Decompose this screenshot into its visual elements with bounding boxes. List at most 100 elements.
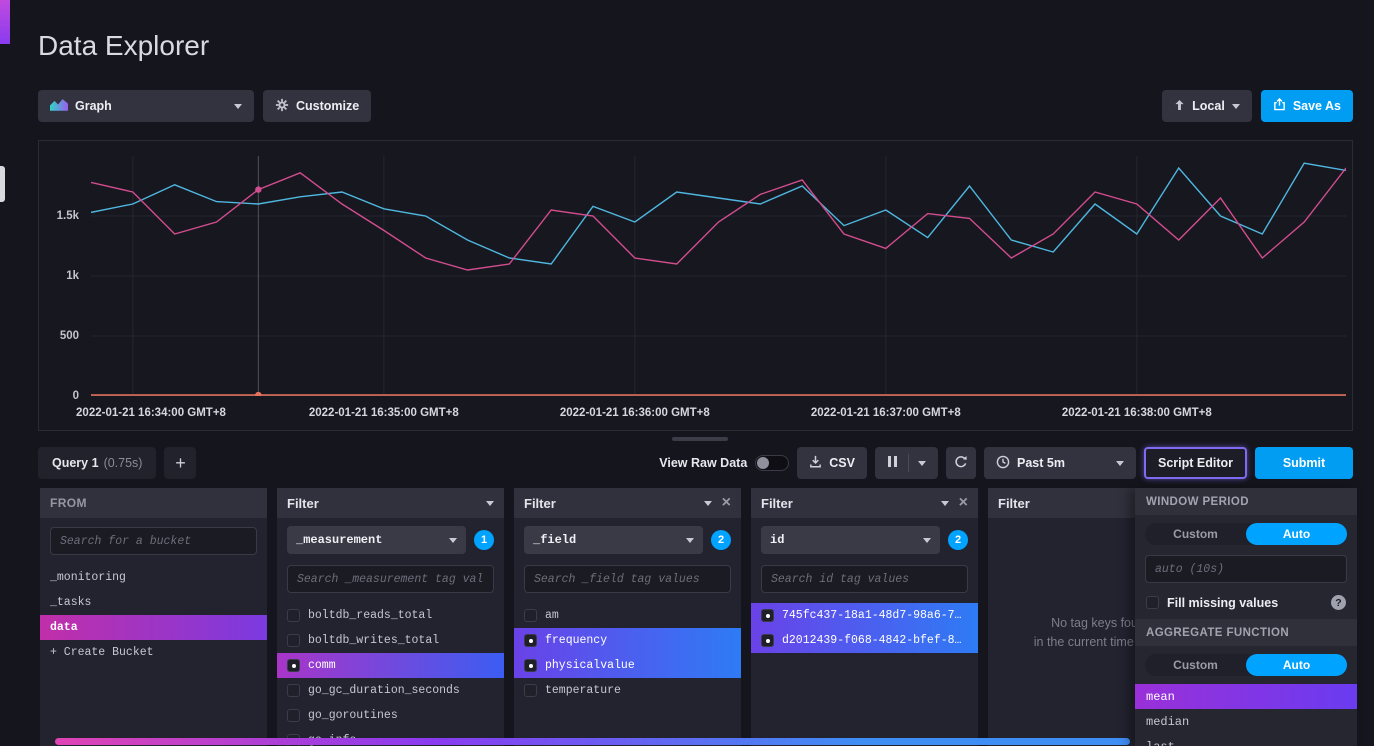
chart-panel: 05001k1.5k 2022-01-21 16:34:00 GMT+82022… [38,140,1353,431]
query-builder: FROM _monitoring _tasksdata + Create Bucke… [40,488,1374,746]
tag-value-list: 745fc437-18a1-48d7-98a6-7…d2012439-f068-… [751,603,978,746]
fill-missing-values-row: Fill missing values ? [1135,589,1357,619]
chevron-down-icon [918,461,926,466]
aggregate-function-header: AGGREGATE FUNCTION [1135,619,1357,646]
gear-icon [275,98,289,115]
list-item[interactable]: boltdb_writes_total [277,628,504,653]
save-as-button[interactable]: Save As [1261,90,1353,122]
view-type-dropdown[interactable]: Graph [38,90,254,122]
time-range-label: Past 5m [1017,456,1109,470]
list-item-label: last [1146,740,1175,746]
selected-count-badge: 2 [711,530,731,550]
list-item[interactable]: boltdb_reads_total [277,603,504,628]
list-item-label: am [545,609,559,622]
help-icon[interactable]: ? [1331,595,1346,610]
tag-value-list: am frequencyphysicalvaluetemperature [514,603,741,746]
window-period-input[interactable] [1145,555,1347,583]
chart-scroll-indicator[interactable] [672,437,728,441]
list-item-label: data [50,621,78,634]
left-edge-handle[interactable] [0,166,5,202]
tag-value-search-input[interactable] [287,565,494,593]
page-title: Data Explorer [38,30,209,62]
window-auto-button[interactable]: Auto [1246,523,1347,545]
filter-panel-header[interactable]: Filter × [751,488,978,518]
save-as-label: Save As [1293,99,1341,113]
refresh-button[interactable] [946,447,976,479]
customize-button[interactable]: Customize [263,90,371,122]
filter-panel-header[interactable]: Filter × [514,488,741,518]
window-custom-button[interactable]: Custom [1145,523,1246,545]
aggregate-mode-row: Custom Auto [1135,646,1357,680]
filter-panel-2: Filter × _field 2 am frequencyphysicalval… [514,488,741,746]
local-dropdown[interactable]: Local [1162,90,1252,122]
list-item[interactable]: am [514,603,741,628]
close-icon[interactable]: × [959,495,968,511]
query-toolbar: Query 1 (0.75s) + View Raw Data CSV [38,447,1353,479]
tag-key-dropdown[interactable]: _field [524,526,703,554]
line-chart[interactable] [91,156,1346,396]
chevron-down-icon [941,501,949,506]
list-item[interactable]: d2012439-f068-4842-bfef-8… [751,628,978,653]
csv-download-button[interactable]: CSV [797,447,867,479]
aggregate-auto-button[interactable]: Auto [1246,654,1347,676]
aggregate-function-item[interactable]: last [1135,734,1357,746]
list-item[interactable]: data [40,615,267,640]
list-item-label: _tasks [50,596,91,609]
list-item[interactable]: go_goroutines [277,703,504,728]
tag-key-row: id 2 [751,518,978,556]
add-query-button[interactable]: + [164,447,196,479]
aggregate-function-item[interactable]: mean [1135,684,1357,709]
fill-missing-values-checkbox[interactable] [1146,596,1159,609]
list-item[interactable]: + Create Bucket [40,640,267,665]
bucket-search-input[interactable] [50,527,257,555]
tag-value-search-input[interactable] [761,565,968,593]
bucket-list: _monitoring _tasksdata + Create Bucket [40,565,267,746]
chevron-down-icon [234,104,242,109]
from-panel-header: FROM [40,488,267,518]
aggregate-function-item[interactable]: median [1135,709,1357,734]
tag-value-search-input[interactable] [524,565,731,593]
list-item-label: + Create Bucket [50,646,154,659]
list-item[interactable]: go_gc_duration_seconds [277,678,504,703]
horizontal-scrollbar[interactable] [55,738,1130,745]
list-item[interactable]: comm [277,653,504,678]
list-item-label: mean [1146,690,1175,704]
checkbox [524,659,537,672]
chevron-down-icon [449,538,457,543]
filter-panel-1: Filter _measurement 1 boltdb_reads_total… [277,488,504,746]
chevron-down-icon [704,501,712,506]
query-tab[interactable]: Query 1 (0.75s) [38,447,156,479]
pause-icon [887,456,899,470]
export-icon [1273,98,1286,114]
close-icon[interactable]: × [722,495,731,511]
checkbox [287,684,300,697]
submit-button[interactable]: Submit [1255,447,1353,479]
y-axis-tick-label: 1.5k [57,210,79,222]
tag-key-label: _field [533,533,576,547]
list-item[interactable]: 745fc437-18a1-48d7-98a6-7… [751,603,978,628]
list-item[interactable]: _monitoring [40,565,267,590]
filter-panel-header[interactable]: Filter [277,488,504,518]
tag-key-dropdown[interactable]: id [761,526,940,554]
list-item[interactable]: physicalvalue [514,653,741,678]
selected-count-badge: 2 [948,530,968,550]
filter-panel-title: Filter [524,496,556,511]
clock-icon [996,455,1010,472]
tag-value-search-row [514,556,741,597]
view-raw-data-toggle[interactable] [755,455,789,471]
script-editor-button[interactable]: Script Editor [1144,447,1247,479]
pause-button[interactable] [875,447,938,479]
graph-icon [50,98,68,114]
chevron-down-icon [686,538,694,543]
checkbox [287,709,300,722]
aggregate-custom-button[interactable]: Custom [1145,654,1246,676]
chevron-down-icon [1116,461,1124,466]
y-axis-labels: 05001k1.5k [39,141,87,430]
tag-key-dropdown[interactable]: _measurement [287,526,466,554]
list-item[interactable]: temperature [514,678,741,703]
time-range-dropdown[interactable]: Past 5m [984,447,1136,479]
download-icon [809,455,822,471]
list-item[interactable]: frequency [514,628,741,653]
list-item[interactable]: _tasks [40,590,267,615]
x-axis-tick-label: 2022-01-21 16:35:00 GMT+8 [274,407,494,419]
